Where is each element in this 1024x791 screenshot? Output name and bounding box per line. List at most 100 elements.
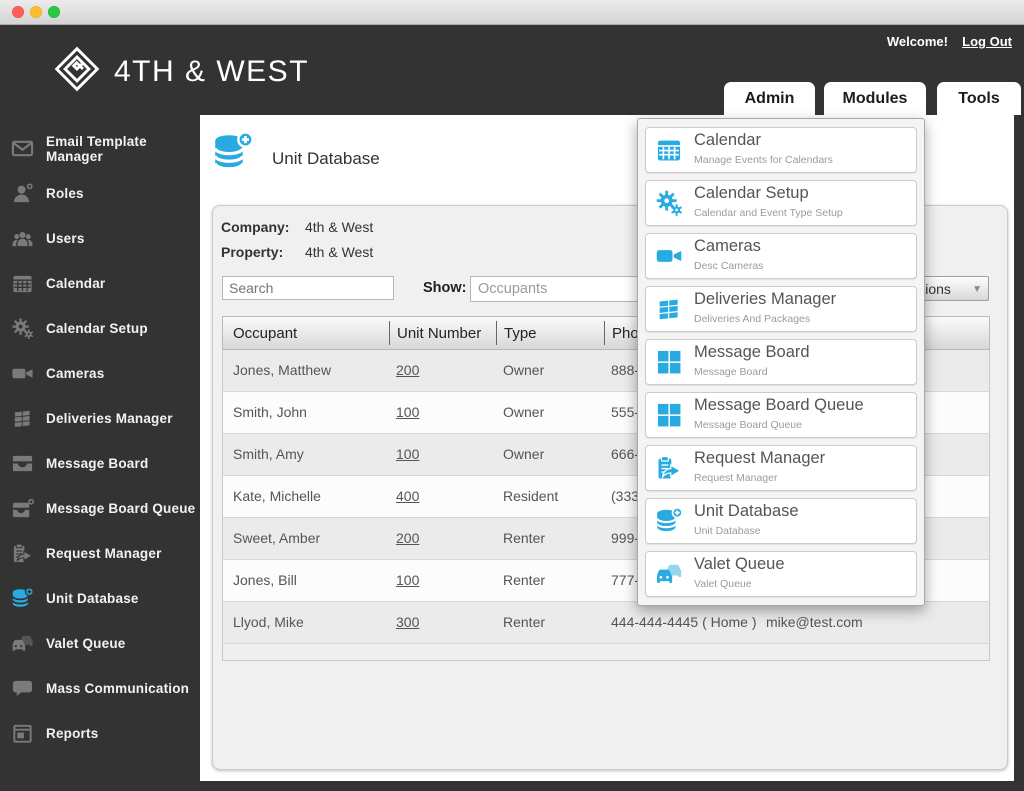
database-plus-icon [655, 507, 683, 535]
gears-icon [11, 317, 34, 340]
unit-number-link[interactable]: 400 [396, 488, 419, 504]
logout-link[interactable]: Log Out [962, 34, 1012, 49]
type-cell: Owner [496, 434, 604, 475]
unit-number-link[interactable]: 100 [396, 404, 419, 420]
sidebar-item-users[interactable]: Users [0, 216, 200, 261]
email-cell: mike@test.com [759, 602, 991, 643]
sidebar-item-label: Unit Database [46, 591, 139, 606]
envelope-icon [11, 137, 34, 160]
menu-item-subtitle: Valet Queue [694, 578, 752, 590]
menu-item-subtitle: Desc Cameras [694, 260, 763, 272]
menu-item-subtitle: Calendar and Event Type Setup [694, 207, 843, 219]
chat-icon [11, 677, 34, 700]
sidebar-item-email-template-manager[interactable]: Email Template Manager [0, 126, 200, 171]
company-value: 4th & West [305, 219, 373, 235]
menu-item-subtitle: Deliveries And Packages [694, 313, 810, 325]
type-cell: Renter [496, 602, 604, 643]
menu-item-valet-queue[interactable]: Valet QueueValet Queue [645, 551, 917, 597]
unit-cell: 100 [389, 560, 496, 601]
users-icon [11, 227, 34, 250]
menu-item-calendar[interactable]: CalendarManage Events for Calendars [645, 127, 917, 173]
sidebar-item-label: Calendar Setup [46, 321, 148, 336]
sidebar-item-mass-communication[interactable]: Mass Communication [0, 666, 200, 711]
page-title: Unit Database [272, 149, 380, 169]
unit-cell: 100 [389, 392, 496, 433]
sidebar-item-valet-queue[interactable]: Valet Queue [0, 621, 200, 666]
tab-modules[interactable]: Modules [824, 82, 926, 115]
menu-item-subtitle: Message Board [694, 366, 768, 378]
modules-dropdown-menu: CalendarManage Events for Calendars Calen… [637, 118, 925, 606]
unit-cell: 100 [389, 434, 496, 475]
search-input[interactable] [222, 276, 394, 300]
table-footer-strip [222, 644, 990, 661]
menu-item-deliveries-manager[interactable]: Deliveries ManagerDeliveries And Package… [645, 286, 917, 332]
tab-admin[interactable]: Admin [724, 82, 815, 115]
menu-item-title: Cameras [694, 237, 761, 256]
sidebar-item-unit-database[interactable]: Unit Database [0, 576, 200, 621]
unit-number-link[interactable]: 200 [396, 530, 419, 546]
unit-number-link[interactable]: 200 [396, 362, 419, 378]
menu-item-calendar-setup[interactable]: Calendar Setup Calendar and Event Type Se… [645, 180, 917, 226]
occupant-cell: Jones, Bill [223, 560, 389, 601]
chevron-down-icon: ▼ [972, 277, 982, 302]
menu-item-title: Request Manager [694, 449, 825, 468]
messageboard-icon [11, 452, 34, 475]
unit-cell: 300 [389, 602, 496, 643]
menu-item-title: Unit Database [694, 502, 799, 521]
menu-item-title: Message Board Queue [694, 396, 864, 415]
sidebar-item-message-board-queue[interactable]: Message Board Queue [0, 486, 200, 531]
occupant-cell: Jones, Matthew [223, 350, 389, 391]
menu-item-request-manager[interactable]: Request Manager Request Manager [645, 445, 917, 491]
unit-number-link[interactable]: 100 [396, 446, 419, 462]
camera-icon [11, 362, 34, 385]
brand-name: 4TH & WEST [114, 55, 309, 89]
macos-titlebar [0, 0, 1024, 25]
menu-item-unit-database[interactable]: Unit DatabaseUnit Database [645, 498, 917, 544]
occupant-cell: Kate, Michelle [223, 476, 389, 517]
reports-icon [11, 722, 34, 745]
table-row[interactable]: Llyod, Mike300Renter444-444-4445 ( Home … [223, 602, 989, 644]
sidebar-item-deliveries-manager[interactable]: Deliveries Manager [0, 396, 200, 441]
sidebar-item-label: Message Board [46, 456, 148, 471]
type-cell: Owner [496, 392, 604, 433]
sidebar-item-label: Cameras [46, 366, 104, 381]
type-cell: Renter [496, 518, 604, 559]
unit-cell: 200 [389, 518, 496, 559]
sidebar-item-label: Reports [46, 726, 98, 741]
messageboard-queue-icon [11, 497, 34, 520]
valet-icon [11, 632, 34, 655]
sidebar-item-roles[interactable]: Roles [0, 171, 200, 216]
sidebar-item-cameras[interactable]: Cameras [0, 351, 200, 396]
unit-number-link[interactable]: 100 [396, 572, 419, 588]
sidebar-item-request-manager[interactable]: Request Manager [0, 531, 200, 576]
menu-item-cameras[interactable]: Cameras Desc Cameras [645, 233, 917, 279]
company-label: Company: [221, 219, 289, 235]
menu-item-subtitle: Request Manager [694, 472, 777, 484]
occupant-cell: Smith, John [223, 392, 389, 433]
type-cell: Resident [496, 476, 604, 517]
zoom-window-icon[interactable] [48, 6, 60, 18]
menu-item-message-board[interactable]: Message BoardMessage Board [645, 339, 917, 385]
calendar-icon [11, 272, 34, 295]
unit-cell: 400 [389, 476, 496, 517]
sidebar-item-calendar[interactable]: Calendar [0, 261, 200, 306]
valet-icon [655, 560, 683, 588]
sidebar-item-message-board[interactable]: Message Board [0, 441, 200, 486]
app-window: 4TH & WEST Welcome! Log Out Admin Module… [0, 0, 1024, 791]
request-icon [655, 454, 683, 482]
grid-icon [655, 348, 683, 376]
unit-cell: 200 [389, 350, 496, 391]
sidebar-item-label: Mass Communication [46, 681, 189, 696]
tab-tools[interactable]: Tools [937, 82, 1021, 115]
gears-icon [655, 189, 683, 217]
unit-number-link[interactable]: 300 [396, 614, 419, 630]
sidebar-item-label: Deliveries Manager [46, 411, 173, 426]
menu-item-title: Calendar Setup [694, 184, 809, 203]
menu-item-message-board-queue[interactable]: Message Board QueueMessage Board Queue [645, 392, 917, 438]
sidebar-item-calendar-setup[interactable]: Calendar Setup [0, 306, 200, 351]
occupant-cell: Smith, Amy [223, 434, 389, 475]
close-window-icon[interactable] [12, 6, 24, 18]
column-header-unit-number: Unit Number [389, 321, 496, 345]
sidebar-item-reports[interactable]: Reports [0, 711, 200, 756]
minimize-window-icon[interactable] [30, 6, 42, 18]
